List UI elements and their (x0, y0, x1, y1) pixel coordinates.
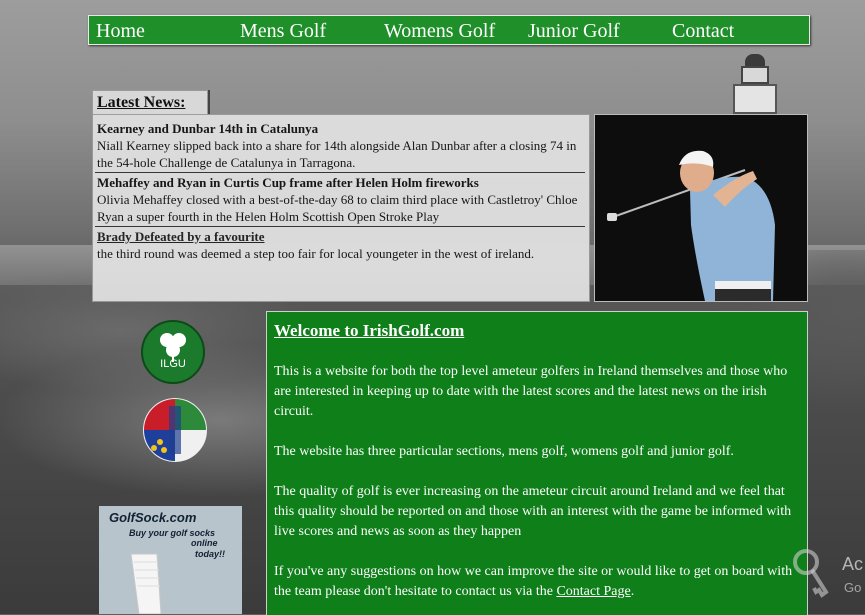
nav-junior-golf-link[interactable]: Junior Golf (528, 19, 620, 43)
contact-page-link[interactable]: Contact Page (556, 584, 630, 599)
latest-news-tab: Latest News: (92, 90, 208, 115)
main-nav: Home Mens Golf Womens Golf Junior Golf C… (88, 15, 810, 45)
welcome-contact-text: If you've any suggestions on how we can … (274, 564, 793, 599)
welcome-paragraph: The website has three particular section… (274, 444, 734, 459)
latest-news-heading: Latest News: (97, 94, 186, 111)
gui-logo[interactable] (142, 398, 208, 462)
welcome-contact-suffix: . (630, 584, 635, 599)
welcome-paragraph: The quality of golf is ever increasing o… (274, 484, 792, 539)
news-divider (95, 226, 585, 227)
news-body: Olivia Mehaffey closed with a best-of-th… (97, 192, 578, 224)
welcome-panel: Welcome to IrishGolf.com This is a websi… (266, 311, 808, 615)
golfer-photo (594, 114, 808, 302)
nav-contact-link[interactable]: Contact (672, 19, 734, 43)
news-headline: Mehaffey and Ryan in Curtis Cup frame af… (97, 175, 479, 190)
latest-news-panel: Kearney and Dunbar 14th in Catalunya Nia… (92, 114, 590, 302)
golfer-illustration (595, 115, 807, 301)
news-headline-link[interactable]: Brady Defeated by a favourite (97, 228, 583, 245)
key-icon (793, 549, 829, 598)
welcome-title: Welcome to IrishGolf.com (274, 321, 465, 340)
activation-watermark: Ac Go (790, 548, 865, 608)
golfsock-ad[interactable]: GolfSock.com Buy your golf socks online … (99, 506, 242, 614)
news-body: the third round was deemed a step too fa… (97, 246, 535, 261)
news-item: Mehaffey and Ryan in Curtis Cup frame af… (97, 174, 583, 225)
welcome-paragraph: If you've any suggestions on how we can … (274, 562, 802, 602)
watermark-line1: Ac (842, 554, 864, 574)
provinces-crest-icon (143, 398, 207, 462)
news-item: Kearney and Dunbar 14th in Catalunya Nia… (97, 120, 583, 171)
nav-home-link[interactable]: Home (96, 19, 145, 43)
sock-icon (130, 553, 162, 614)
news-headline: Kearney and Dunbar 14th in Catalunya (97, 121, 319, 136)
nav-mens-golf-link[interactable]: Mens Golf (240, 19, 326, 43)
news-body: Niall Kearney slipped back into a share … (97, 138, 577, 170)
lighthouse-image (733, 54, 777, 114)
ilgu-logo[interactable]: ILGU (141, 320, 205, 384)
news-item: Brady Defeated by a favourite the third … (97, 228, 583, 262)
watermark-line2: Go (844, 580, 862, 595)
news-divider (95, 172, 585, 173)
welcome-paragraph: This is a website for both the top level… (274, 364, 788, 419)
nav-womens-golf-link[interactable]: Womens Golf (384, 19, 495, 43)
ilgu-logo-text: ILGU (160, 358, 186, 370)
